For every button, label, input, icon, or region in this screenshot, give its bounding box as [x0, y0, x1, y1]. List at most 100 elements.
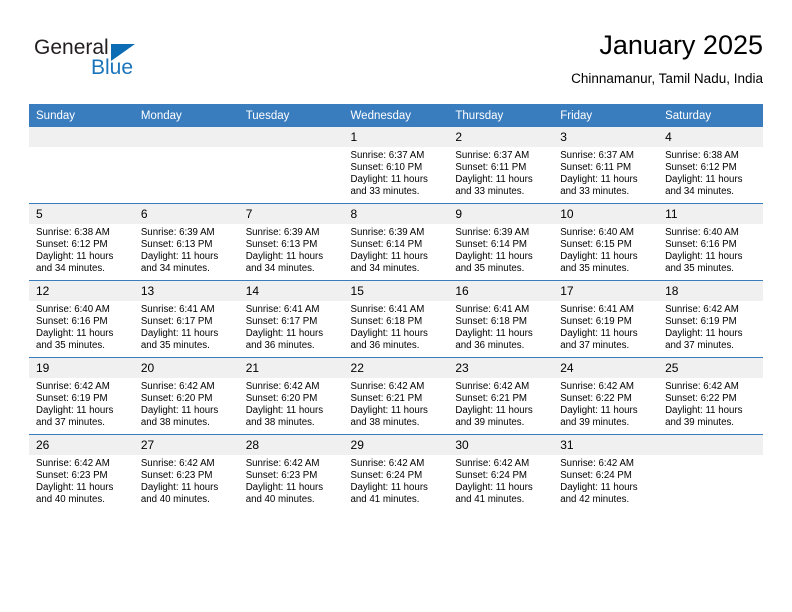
calendar-day-cell[interactable]: 12 Sunrise: 6:40 AM Sunset: 6:16 PM Dayligh… — [29, 280, 134, 358]
calendar-day-cell[interactable]: 17 Sunrise: 6:41 AM Sunset: 6:19 PM Dayligh… — [553, 280, 659, 358]
day-number: 9 — [448, 204, 554, 224]
calendar-day-cell[interactable]: 24 Sunrise: 6:42 AM Sunset: 6:22 PM Dayligh… — [553, 357, 659, 435]
weekday-header-thursday: Thursday — [448, 104, 554, 127]
calendar-day-cell[interactable]: 9 Sunrise: 6:39 AM Sunset: 6:14 PM Daylight… — [448, 203, 554, 281]
calendar-day-cell[interactable]: 16 Sunrise: 6:41 AM Sunset: 6:18 PM Dayligh… — [448, 280, 554, 358]
calendar-day-cell[interactable]: 7 Sunrise: 6:39 AM Sunset: 6:13 PM Daylight… — [238, 203, 344, 281]
day-details: Sunrise: 6:38 AM Sunset: 6:12 PM Daylight:… — [29, 224, 134, 275]
sunset-text: Sunset: 6:22 PM — [560, 393, 632, 405]
general-blue-logo[interactable]: General Blue — [29, 36, 239, 88]
daylight-text-line2: and 36 minutes. — [455, 340, 525, 352]
page-header: General Blue January 2025 Chinnamanur, T… — [29, 28, 763, 100]
calendar-day-cell[interactable]: 14 Sunrise: 6:41 AM Sunset: 6:17 PM Dayligh… — [238, 280, 344, 358]
day-number: 30 — [448, 435, 554, 455]
calendar-day-cell[interactable]: 26 Sunrise: 6:42 AM Sunset: 6:23 PM Dayligh… — [29, 434, 134, 511]
calendar-day-cell[interactable]: 1 Sunrise: 6:37 AM Sunset: 6:10 PM Daylight… — [343, 127, 449, 204]
sunrise-text: Sunrise: 6:40 AM — [665, 227, 739, 238]
sunset-text: Sunset: 6:23 PM — [36, 470, 108, 482]
sunset-text: Sunset: 6:13 PM — [140, 239, 213, 251]
daylight-text-line2: and 41 minutes. — [350, 494, 420, 506]
sunrise-text: Sunrise: 6:41 AM — [455, 304, 530, 315]
sunset-text: Sunset: 6:22 PM — [665, 393, 737, 405]
daylight-text-line2: and 37 minutes. — [36, 417, 105, 429]
daylight-text-line2: and 34 minutes. — [36, 263, 105, 275]
calendar-day-cell[interactable]: 13 Sunrise: 6:41 AM Sunset: 6:17 PM Dayligh… — [133, 280, 239, 358]
calendar-day-cell[interactable]: 31 Sunrise: 6:42 AM Sunset: 6:24 PM Dayligh… — [553, 434, 659, 511]
calendar-day-cell[interactable]: 21 Sunrise: 6:42 AM Sunset: 6:20 PM Dayligh… — [238, 357, 344, 435]
daylight-text-line1: Daylight: 11 hours — [455, 251, 533, 263]
calendar-week-row: 19 Sunrise: 6:42 AM Sunset: 6:19 PM Dayligh… — [29, 357, 763, 435]
calendar-day-cell[interactable]: 11 Sunrise: 6:40 AM Sunset: 6:16 PM Dayligh… — [658, 203, 763, 281]
calendar-day-cell[interactable]: 20 Sunrise: 6:42 AM Sunset: 6:20 PM Dayligh… — [133, 357, 239, 435]
sunrise-text: Sunrise: 6:41 AM — [350, 304, 425, 315]
day-number — [29, 127, 134, 147]
day-details: Sunrise: 6:39 AM Sunset: 6:14 PM Daylight:… — [448, 224, 553, 275]
day-details: Sunrise: 6:42 AM Sunset: 6:23 PM Daylight:… — [239, 455, 344, 506]
day-number: 5 — [29, 204, 134, 224]
calendar-day-cell[interactable]: 30 Sunrise: 6:42 AM Sunset: 6:24 PM Dayligh… — [448, 434, 554, 511]
calendar-day-cell[interactable]: 8 Sunrise: 6:39 AM Sunset: 6:14 PM Daylight… — [343, 203, 449, 281]
sunrise-text: Sunrise: 6:42 AM — [560, 458, 634, 469]
calendar-day-cell[interactable]: 28 Sunrise: 6:42 AM Sunset: 6:23 PM Dayligh… — [238, 434, 344, 511]
day-number — [133, 127, 239, 147]
daylight-text-line2: and 34 minutes. — [350, 263, 420, 275]
calendar-day-cell[interactable]: 10 Sunrise: 6:40 AM Sunset: 6:15 PM Dayligh… — [553, 203, 659, 281]
calendar-day-cell[interactable]: 18 Sunrise: 6:42 AM Sunset: 6:19 PM Dayligh… — [658, 280, 763, 358]
daylight-text-line2: and 40 minutes. — [140, 494, 210, 506]
day-details: Sunrise: 6:42 AM Sunset: 6:23 PM Daylight:… — [29, 455, 134, 506]
calendar-day-cell[interactable]: 22 Sunrise: 6:42 AM Sunset: 6:21 PM Dayligh… — [343, 357, 449, 435]
day-details: Sunrise: 6:42 AM Sunset: 6:24 PM Daylight:… — [448, 455, 553, 506]
calendar-day-cell[interactable]: 23 Sunrise: 6:42 AM Sunset: 6:21 PM Dayligh… — [448, 357, 554, 435]
day-number — [238, 127, 344, 147]
sunset-text: Sunset: 6:17 PM — [245, 316, 318, 328]
daylight-text-line2: and 37 minutes. — [560, 340, 630, 352]
calendar-day-cell[interactable]: 6 Sunrise: 6:39 AM Sunset: 6:13 PM Daylight… — [133, 203, 239, 281]
weekday-header-friday: Friday — [553, 104, 659, 127]
daylight-text-line1: Daylight: 11 hours — [350, 405, 428, 417]
day-details: Sunrise: 6:41 AM Sunset: 6:18 PM Daylight:… — [448, 301, 553, 352]
daylight-text-line2: and 37 minutes. — [665, 340, 734, 352]
day-details: Sunrise: 6:39 AM Sunset: 6:14 PM Daylight:… — [344, 224, 449, 275]
calendar-day-cell[interactable]: 27 Sunrise: 6:42 AM Sunset: 6:23 PM Dayligh… — [133, 434, 239, 511]
sunset-text: Sunset: 6:12 PM — [665, 162, 737, 174]
daylight-text-line2: and 38 minutes. — [350, 417, 420, 429]
calendar-cell-empty — [29, 127, 134, 204]
sunrise-text: Sunrise: 6:42 AM — [455, 381, 530, 392]
day-number: 10 — [553, 204, 659, 224]
calendar-day-cell[interactable]: 2 Sunrise: 6:37 AM Sunset: 6:11 PM Daylight… — [448, 127, 554, 204]
daylight-text-line1: Daylight: 11 hours — [455, 405, 533, 417]
daylight-text-line2: and 35 minutes. — [140, 340, 210, 352]
page-title: January 2025 — [599, 30, 763, 60]
calendar-day-cell[interactable]: 3 Sunrise: 6:37 AM Sunset: 6:11 PM Daylight… — [553, 127, 659, 204]
calendar-week-row: 5 Sunrise: 6:38 AM Sunset: 6:12 PM Daylight… — [29, 203, 763, 281]
sunset-text: Sunset: 6:24 PM — [350, 470, 423, 482]
daylight-text-line1: Daylight: 11 hours — [245, 251, 324, 263]
calendar-header-row: Sunday Monday Tuesday Wednesday Thursday Frid… — [29, 104, 763, 127]
day-details: Sunrise: 6:41 AM Sunset: 6:17 PM Daylight:… — [239, 301, 344, 352]
sunrise-text: Sunrise: 6:39 AM — [455, 227, 530, 238]
page-subtitle: Chinnamanur, Tamil Nadu, India — [571, 71, 763, 86]
day-number: 8 — [343, 204, 449, 224]
calendar-day-cell[interactable]: 15 Sunrise: 6:41 AM Sunset: 6:18 PM Dayligh… — [343, 280, 449, 358]
calendar-day-cell[interactable]: 25 Sunrise: 6:42 AM Sunset: 6:22 PM Dayligh… — [658, 357, 763, 435]
calendar-day-cell[interactable]: 19 Sunrise: 6:42 AM Sunset: 6:19 PM Dayligh… — [29, 357, 134, 435]
sunset-text: Sunset: 6:23 PM — [245, 470, 318, 482]
daylight-text-line1: Daylight: 11 hours — [560, 328, 638, 340]
sunset-text: Sunset: 6:19 PM — [36, 393, 108, 405]
calendar-day-cell[interactable]: 5 Sunrise: 6:38 AM Sunset: 6:12 PM Daylight… — [29, 203, 134, 281]
daylight-text-line1: Daylight: 11 hours — [560, 405, 638, 417]
sunrise-text: Sunrise: 6:42 AM — [140, 381, 215, 392]
day-number: 24 — [553, 358, 659, 378]
sunset-text: Sunset: 6:15 PM — [560, 239, 632, 251]
calendar-day-cell[interactable]: 4 Sunrise: 6:38 AM Sunset: 6:12 PM Daylight… — [658, 127, 763, 204]
calendar-day-cell[interactable]: 29 Sunrise: 6:42 AM Sunset: 6:24 PM Dayligh… — [343, 434, 449, 511]
sunrise-text: Sunrise: 6:42 AM — [560, 381, 634, 392]
day-details: Sunrise: 6:42 AM Sunset: 6:19 PM Daylight:… — [29, 378, 134, 429]
day-details: Sunrise: 6:40 AM Sunset: 6:16 PM Daylight:… — [658, 224, 763, 275]
daylight-text-line1: Daylight: 11 hours — [560, 174, 638, 186]
sunrise-text: Sunrise: 6:39 AM — [350, 227, 425, 238]
day-details: Sunrise: 6:40 AM Sunset: 6:15 PM Daylight:… — [553, 224, 658, 275]
daylight-text-line2: and 41 minutes. — [455, 494, 525, 506]
day-details: Sunrise: 6:42 AM Sunset: 6:20 PM Daylight:… — [239, 378, 344, 429]
day-number: 19 — [29, 358, 134, 378]
